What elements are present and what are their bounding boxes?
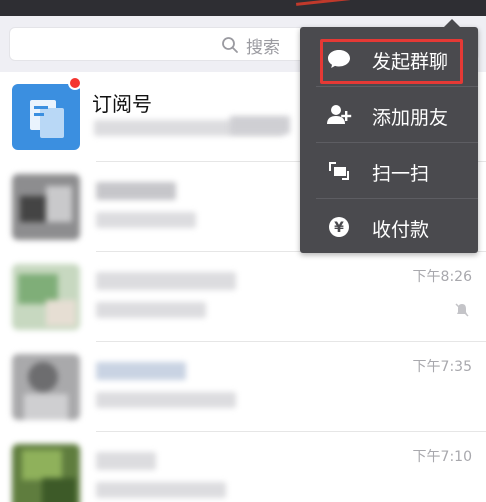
message-preview	[96, 392, 236, 408]
avatar	[12, 174, 80, 240]
search-icon	[222, 37, 238, 53]
scan-icon	[329, 162, 349, 180]
top-bar	[0, 0, 486, 16]
subscriptions-avatar	[12, 84, 80, 150]
avatar	[12, 354, 80, 420]
menu-item-label: 扫一扫	[372, 163, 430, 185]
menu-item-start-group-chat[interactable]: 发起群聊	[300, 31, 478, 87]
chat-time: 下午8:26	[412, 269, 472, 285]
menu-pointer	[444, 19, 460, 27]
message-preview	[96, 482, 226, 498]
message-preview	[96, 212, 196, 228]
highlight-box	[320, 39, 463, 84]
chat-time: 下午7:35	[412, 359, 472, 375]
chat-row[interactable]: 下午7:10	[0, 432, 486, 502]
avatar	[12, 444, 80, 502]
chat-title-blur	[96, 272, 236, 290]
unread-dot	[68, 76, 82, 90]
subscription-icon	[30, 100, 64, 138]
chat-title-blur	[96, 182, 176, 200]
chat-title-blur	[96, 452, 156, 470]
annotation-mark	[295, 0, 351, 6]
add-friend-icon	[327, 105, 352, 124]
plus-popup-menu: 发起群聊 添加朋友 扫一扫 ¥ 收付款	[300, 19, 478, 255]
chat-title: 订阅号	[92, 92, 152, 116]
search-placeholder: 搜索	[246, 38, 280, 58]
menu-item-payment[interactable]: ¥ 收付款	[300, 199, 478, 255]
chat-row[interactable]: 下午8:26	[0, 252, 486, 342]
message-preview	[96, 302, 206, 318]
avatar	[12, 264, 80, 330]
chat-title-blur	[96, 362, 186, 380]
menu-item-label: 收付款	[372, 219, 430, 241]
mute-icon	[455, 303, 469, 317]
svg-text:¥: ¥	[334, 220, 344, 236]
preview-blur	[230, 116, 290, 134]
menu-item-label: 添加朋友	[372, 107, 449, 129]
yuan-icon: ¥	[329, 217, 349, 237]
chat-row[interactable]: 下午7:35	[0, 342, 486, 432]
menu-item-add-friend[interactable]: 添加朋友	[300, 87, 478, 143]
chat-time: 下午7:10	[412, 449, 472, 465]
menu-item-scan[interactable]: 扫一扫	[300, 143, 478, 199]
